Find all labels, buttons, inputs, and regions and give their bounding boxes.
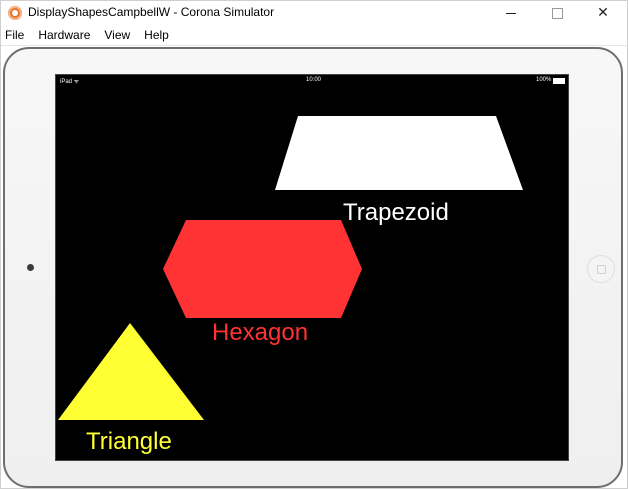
simulator-window: DisplayShapesCampbellW - Corona Simulato… bbox=[0, 0, 628, 489]
menu-help[interactable]: Help bbox=[140, 28, 175, 42]
home-button[interactable] bbox=[587, 255, 615, 283]
triangle-shape bbox=[58, 323, 204, 420]
trapezoid-shape bbox=[275, 116, 523, 190]
close-button[interactable]: ✕ bbox=[580, 1, 626, 25]
hexagon-label: Hexagon bbox=[212, 319, 309, 346]
hexagon-shape bbox=[163, 220, 362, 318]
corona-app-icon bbox=[8, 6, 22, 20]
minimize-button[interactable] bbox=[488, 1, 534, 25]
menu-bar: File Hardware View Help bbox=[1, 25, 627, 45]
shapes-canvas bbox=[58, 116, 523, 420]
simulator-screen[interactable]: iPad ᯤ 10:00 100% Trapezoid Hexagon Tria… bbox=[55, 74, 569, 461]
title-bar[interactable]: DisplayShapesCampbellW - Corona Simulato… bbox=[1, 1, 627, 25]
window-title: DisplayShapesCampbellW - Corona Simulato… bbox=[28, 5, 275, 19]
menu-file[interactable]: File bbox=[1, 28, 30, 42]
minimize-icon bbox=[506, 12, 516, 14]
close-icon: ✕ bbox=[597, 5, 609, 21]
trapezoid-label: Trapezoid bbox=[343, 199, 449, 226]
maximize-icon bbox=[551, 7, 563, 19]
triangle-label: Triangle bbox=[86, 428, 172, 455]
menu-hardware[interactable]: Hardware bbox=[34, 28, 96, 42]
maximize-button[interactable] bbox=[534, 1, 580, 25]
camera-icon bbox=[27, 264, 34, 271]
menu-divider bbox=[1, 45, 627, 46]
menu-view[interactable]: View bbox=[100, 28, 136, 42]
